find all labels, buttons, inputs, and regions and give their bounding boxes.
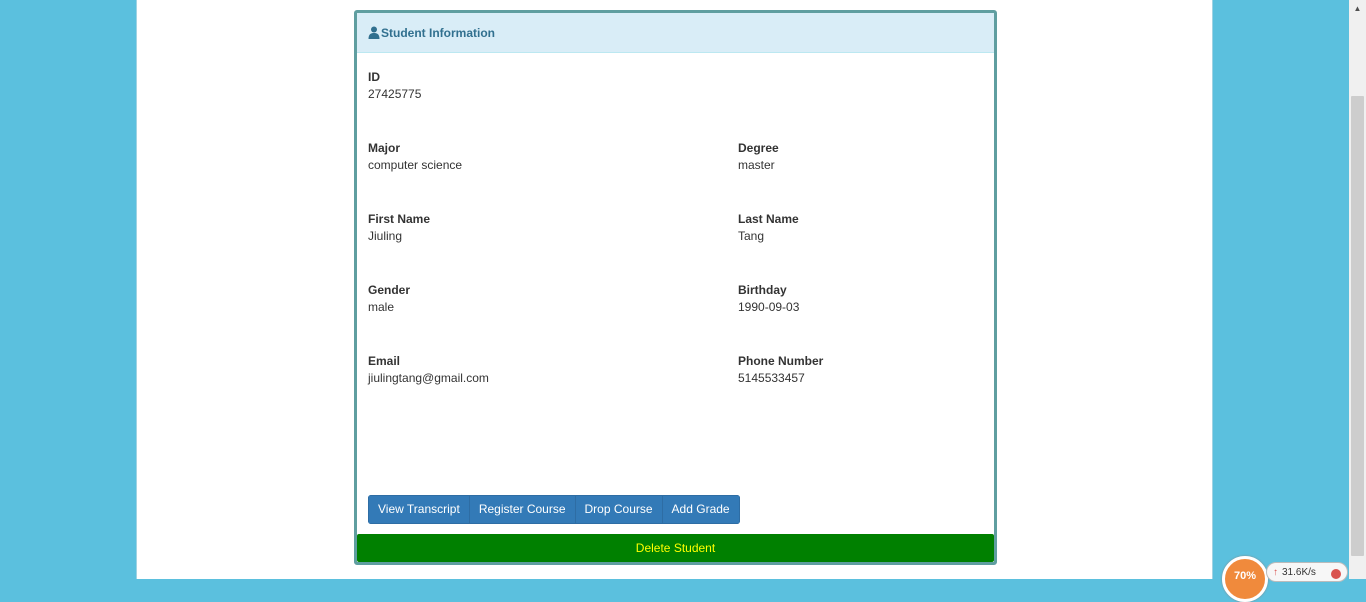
page-container: Student Information ID 27425775 Major co… — [136, 0, 1213, 579]
register-course-button[interactable]: Register Course — [468, 495, 576, 524]
field-last-name: Last Name Tang — [738, 211, 799, 245]
status-dot-icon — [1331, 569, 1341, 579]
field-email-value: jiulingtang@gmail.com — [368, 371, 489, 385]
field-first-name-value: Jiuling — [368, 229, 403, 243]
field-phone-label: Phone Number — [738, 354, 824, 368]
field-degree-label: Degree — [738, 141, 779, 155]
network-speed-pill: ↑ 31.6K/s — [1266, 562, 1348, 582]
field-gender-value: male — [368, 300, 395, 314]
field-phone: Phone Number 5145533457 — [738, 353, 823, 387]
user-icon — [368, 26, 380, 39]
scroll-up-arrow-icon[interactable]: ▲ — [1349, 0, 1366, 17]
field-first-name: First Name Jiuling — [368, 211, 430, 245]
view-transcript-button[interactable]: View Transcript — [368, 495, 470, 524]
field-birthday-value: 1990-09-03 — [738, 300, 800, 314]
add-grade-button[interactable]: Add Grade — [661, 495, 740, 524]
field-major: Major computer science — [368, 140, 462, 174]
delete-student-button[interactable]: Delete Student — [357, 534, 994, 562]
field-id-label: ID — [368, 70, 380, 84]
field-email-label: Email — [368, 354, 401, 368]
student-info-panel: Student Information ID 27425775 Major co… — [354, 10, 997, 565]
action-button-group: View Transcript Register Course Drop Cou… — [368, 495, 740, 524]
panel-heading: Student Information — [357, 13, 994, 53]
field-first-name-label: First Name — [368, 212, 431, 226]
field-major-value: computer science — [368, 158, 463, 172]
field-degree-value: master — [738, 158, 775, 172]
network-speed-value: 31.6K/s — [1282, 567, 1316, 578]
field-email: Email jiulingtang@gmail.com — [368, 353, 489, 387]
field-id: ID 27425775 — [368, 69, 421, 103]
field-birthday-label: Birthday — [738, 283, 787, 297]
network-speed-widget[interactable]: 70% ↑ 31.6K/s — [1222, 556, 1350, 602]
field-gender: Gender male — [368, 282, 410, 316]
field-last-name-label: Last Name — [738, 212, 799, 226]
drop-course-button[interactable]: Drop Course — [574, 495, 663, 524]
field-degree: Degree master — [738, 140, 779, 174]
field-phone-value: 5145533457 — [738, 371, 805, 385]
network-percent-badge: 70% — [1222, 556, 1268, 602]
scrollbar-thumb[interactable] — [1351, 96, 1364, 556]
panel-title: Student Information — [381, 25, 495, 40]
field-last-name-value: Tang — [738, 229, 765, 243]
field-major-label: Major — [368, 141, 401, 155]
upload-arrow-icon: ↑ — [1273, 567, 1278, 578]
vertical-scrollbar[interactable]: ▲ — [1349, 0, 1366, 579]
field-gender-label: Gender — [368, 283, 411, 297]
field-birthday: Birthday 1990-09-03 — [738, 282, 799, 316]
field-id-value: 27425775 — [368, 87, 422, 101]
